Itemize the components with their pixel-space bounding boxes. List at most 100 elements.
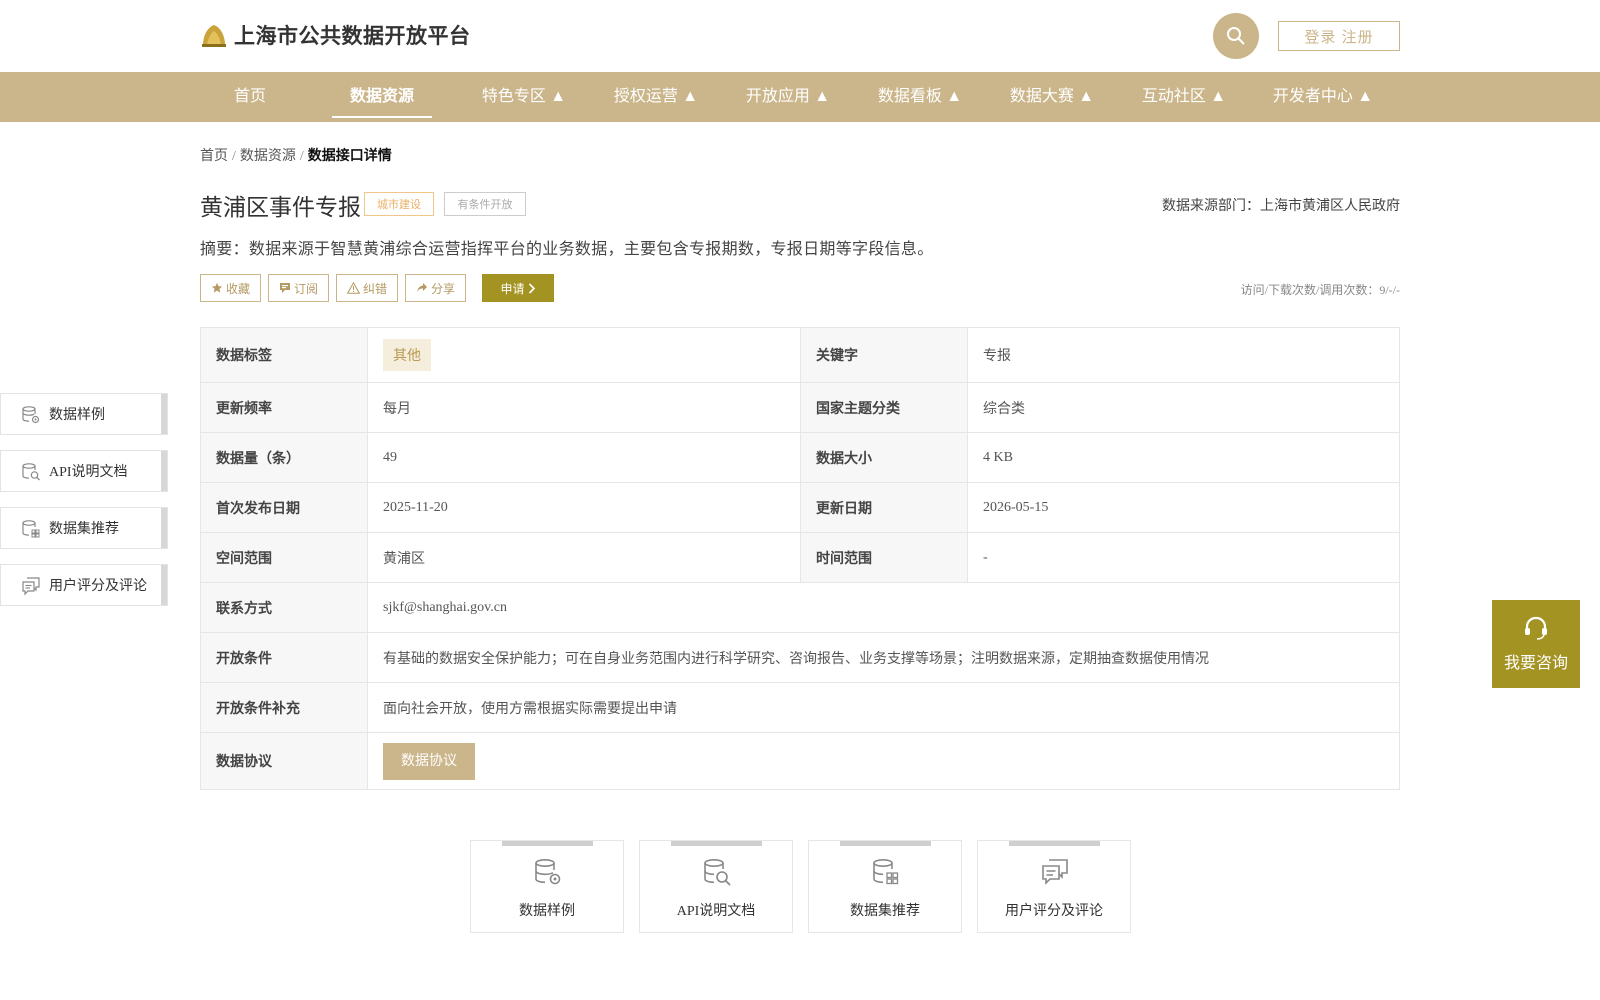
card-top-bar: [671, 841, 762, 846]
side-menu-dataset-recommend[interactable]: 数据集推荐: [0, 507, 168, 549]
card-data-sample[interactable]: 数据样例: [470, 840, 624, 933]
cell-value: 2026-05-15: [967, 482, 1400, 533]
side-menu-data-sample[interactable]: 数据样例: [0, 393, 168, 435]
consult-label: 我要咨询: [1503, 655, 1568, 672]
cell-label: 开放条件补充: [200, 682, 368, 733]
cell-label: 数据量（条）: [200, 432, 368, 483]
cell-label: 数据标签: [200, 327, 368, 383]
document-search-icon: [22, 463, 40, 481]
headset-icon: [1525, 616, 1547, 640]
site-logo[interactable]: 上海市公共数据开放平台: [200, 20, 471, 50]
card-label: API说明文档: [676, 904, 756, 919]
cell-label: 联系方式: [200, 582, 368, 633]
cell-value: 有基础的数据安全保护能力；可在自身业务范围内进行科学研究、咨询报告、业务支撑等场…: [367, 632, 1400, 683]
nav-authorized-ops[interactable]: 授权运营 ▲: [598, 72, 714, 122]
breadcrumb-section[interactable]: 数据资源: [240, 149, 296, 164]
card-top-bar: [840, 841, 931, 846]
cell-value: 面向社会开放，使用方需根据实际需要提出申请: [367, 682, 1400, 733]
search-button[interactable]: [1213, 13, 1259, 59]
subscribe-button[interactable]: 订阅: [268, 274, 330, 302]
nav-data-contest[interactable]: 数据大赛 ▲: [994, 72, 1110, 122]
cell-label: 关键字: [800, 327, 968, 383]
cell-label: 首次发布日期: [200, 482, 368, 533]
chat-bubbles-icon: [22, 577, 40, 596]
star-icon: [211, 282, 223, 293]
data-agreement-button[interactable]: 数据协议: [383, 742, 475, 780]
nav-open-apps[interactable]: 开放应用 ▲: [730, 72, 846, 122]
nav-data-dashboard[interactable]: 数据看板 ▲: [862, 72, 978, 122]
database-grid-icon: [22, 520, 40, 538]
table-row: 数据协议 数据协议: [200, 732, 1400, 790]
data-tag-chip[interactable]: 其他: [383, 339, 431, 371]
cell-label: 更新频率: [200, 382, 368, 433]
logo-icon: [202, 25, 226, 47]
card-user-reviews[interactable]: 用户评分及评论: [977, 840, 1131, 933]
cell-value: 4 KB: [967, 432, 1400, 483]
card-top-bar: [1009, 841, 1100, 846]
correct-button[interactable]: 纠错: [336, 274, 399, 302]
side-menu-label: 数据集推荐: [49, 522, 119, 537]
cell-value: 49: [367, 432, 801, 483]
side-menu-label: API说明文档: [49, 465, 128, 480]
contact-email: sjkf@shanghai.gov.cn: [367, 582, 1400, 633]
share-icon: [417, 283, 428, 293]
warning-icon: [347, 282, 361, 294]
site-title: 上海市公共数据开放平台: [234, 25, 471, 48]
favorite-button[interactable]: 收藏: [200, 274, 262, 302]
database-grid-icon: [873, 858, 899, 885]
cell-value: 2025-11-20: [367, 482, 801, 533]
cell-value: 黄浦区: [367, 532, 801, 583]
side-menu-user-reviews[interactable]: 用户评分及评论: [0, 564, 168, 606]
login-register-button[interactable]: 登录 注册: [1278, 21, 1400, 51]
cell-label: 数据大小: [800, 432, 968, 483]
share-button[interactable]: 分享: [405, 274, 467, 302]
action-bar: 收藏 订阅 纠错 分享 申请: [200, 274, 555, 302]
breadcrumb-home[interactable]: 首页: [200, 149, 228, 164]
cell-label: 开放条件: [200, 632, 368, 683]
cell-value: 专报: [967, 327, 1400, 383]
table-row: 更新频率 每月 国家主题分类 综合类: [200, 382, 1400, 433]
table-row: 开放条件补充 面向社会开放，使用方需根据实际需要提出申请: [200, 682, 1400, 733]
visit-counts: 访问/下载次数/调用次数：9/-/-: [1240, 283, 1400, 297]
cell-label: 空间范围: [200, 532, 368, 583]
nav-special-zones[interactable]: 特色专区 ▲: [466, 72, 582, 122]
nav-data-resources[interactable]: 数据资源: [332, 72, 432, 122]
message-icon: [280, 283, 291, 293]
table-row: 数据量（条） 49 数据大小 4 KB: [200, 432, 1400, 483]
document-search-icon: [704, 858, 731, 886]
apply-button[interactable]: 申请: [482, 274, 555, 302]
chat-bubbles-icon: [1042, 859, 1068, 885]
card-label: 数据样例: [519, 904, 575, 919]
category-tag: 城市建设: [364, 192, 434, 216]
side-menu-api-doc[interactable]: API说明文档: [0, 450, 168, 492]
cell-label: 国家主题分类: [800, 382, 968, 433]
main-nav: 首页 数据资源 特色专区 ▲ 授权运营 ▲ 开放应用 ▲ 数据看板 ▲ 数据大赛…: [0, 72, 1600, 122]
consult-button[interactable]: 我要咨询: [1492, 600, 1580, 688]
apply-label: 申请: [500, 281, 525, 296]
nav-community[interactable]: 互动社区 ▲: [1126, 72, 1242, 122]
open-type-tag: 有条件开放: [444, 192, 526, 216]
side-menu-label: 用户评分及评论: [49, 579, 147, 594]
breadcrumb-separator: /: [232, 149, 236, 164]
table-row: 首次发布日期 2025-11-20 更新日期 2026-05-15: [200, 482, 1400, 533]
breadcrumb-separator: /: [299, 149, 304, 164]
nav-home[interactable]: 首页: [216, 72, 284, 122]
dataset-info-table: 数据标签 其他 关键字 专报 更新频率 每月 国家主题分类 综合类 数据量（条）…: [200, 327, 1400, 790]
card-label: 数据集推荐: [850, 904, 920, 919]
cell-value: 每月: [367, 382, 801, 433]
table-row: 开放条件 有基础的数据安全保护能力；可在自身业务范围内进行科学研究、咨询报告、业…: [200, 632, 1400, 683]
card-api-doc[interactable]: API说明文档: [639, 840, 793, 933]
cell-value: 其他: [367, 327, 801, 383]
breadcrumb: 首页 / 数据资源 / 数据接口详情: [200, 145, 392, 165]
search-icon: [1227, 27, 1245, 45]
cell-value: -: [967, 532, 1400, 583]
card-top-bar: [502, 841, 593, 846]
top-header: 上海市公共数据开放平台 登录 注册: [0, 0, 1600, 72]
nav-developer-center[interactable]: 开发者中心 ▲: [1258, 72, 1388, 122]
table-row: 联系方式 sjkf@shanghai.gov.cn: [200, 582, 1400, 633]
table-row: 空间范围 黄浦区 时间范围 -: [200, 532, 1400, 583]
table-row: 数据标签 其他 关键字 专报: [200, 327, 1400, 383]
card-dataset-recommend[interactable]: 数据集推荐: [808, 840, 962, 933]
cell-label: 数据协议: [200, 732, 368, 790]
card-label: 用户评分及评论: [1005, 904, 1103, 919]
